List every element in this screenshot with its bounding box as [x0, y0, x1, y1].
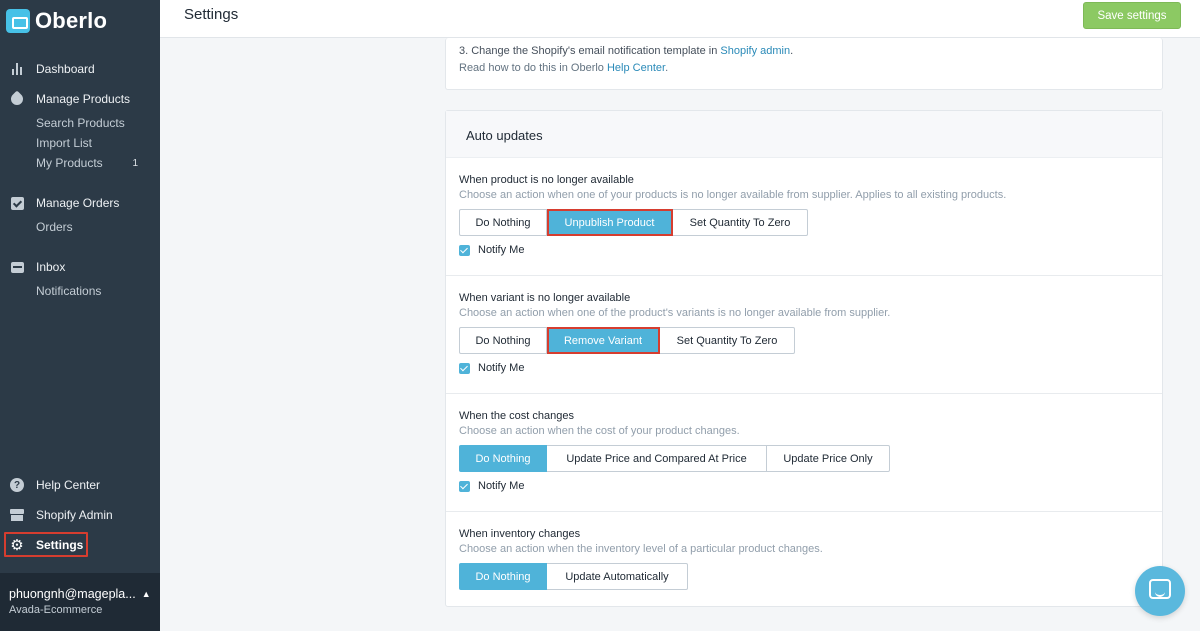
sidebar-item-import-list[interactable]: Import List: [0, 133, 160, 153]
help-icon: ?: [10, 478, 24, 492]
inventory-changes-options: Do Nothing Update Automatically: [459, 563, 1162, 590]
chat-icon: [1149, 579, 1171, 599]
section-inventory-changes: When inventory changes Choose an action …: [446, 528, 1162, 606]
option-update-price-only[interactable]: Update Price Only: [767, 445, 890, 472]
option-do-nothing[interactable]: Do Nothing: [459, 445, 547, 472]
section-title: When the cost changes: [459, 410, 574, 422]
notify-me-row: Notify Me: [459, 244, 1162, 256]
brand-name: Oberlo: [35, 8, 108, 33]
option-do-nothing[interactable]: Do Nothing: [459, 327, 547, 354]
sidebar-subitem-label: Notifications: [36, 284, 102, 298]
sidebar-item-orders[interactable]: Orders: [0, 217, 160, 237]
section-description: Choose an action when the cost of your p…: [459, 425, 740, 437]
notify-me-label: Notify Me: [478, 244, 525, 256]
sidebar-item-label: Dashboard: [36, 62, 95, 76]
section-description: Choose an action when one of your produc…: [459, 189, 1007, 201]
inbox-icon: [10, 260, 24, 274]
top-bar: Settings Save settings: [160, 0, 1200, 38]
sidebar-subitem-label: Orders: [36, 220, 73, 234]
option-update-price-and-compared[interactable]: Update Price and Compared At Price: [547, 445, 767, 472]
bar-chart-icon: [10, 62, 24, 76]
notify-me-row: Notify Me: [459, 480, 1162, 492]
account-switcher[interactable]: phuongnh@magepla... ▲ Avada-Ecommerce: [0, 573, 160, 631]
sidebar-item-manage-orders[interactable]: Manage Orders: [0, 193, 160, 213]
section-product-unavailable: When product is no longer available Choo…: [446, 174, 1162, 276]
sidebar-item-my-products[interactable]: My Products 1: [0, 153, 160, 173]
sidebar-subitem-label: My Products: [36, 156, 103, 170]
sidebar-item-label: Help Center: [36, 478, 101, 492]
shopify-admin-link[interactable]: Shopify admin: [720, 45, 790, 57]
oberlo-logo-icon: [6, 9, 30, 33]
sidebar-subitem-label: Search Products: [36, 116, 125, 130]
my-products-count-badge: 1: [132, 157, 138, 169]
notify-me-checkbox[interactable]: [459, 362, 470, 374]
help-center-link[interactable]: Help Center: [607, 62, 665, 74]
notify-me-label: Notify Me: [478, 362, 525, 374]
sidebar-item-inbox[interactable]: Inbox: [0, 257, 160, 277]
sidebar-item-label: Manage Products: [36, 92, 131, 106]
sidebar-item-dashboard[interactable]: Dashboard: [0, 59, 160, 79]
account-email: phuongnh@magepla...: [9, 587, 136, 601]
email-notification-card: 3. Change the Shopify's email notificati…: [445, 38, 1163, 90]
auto-updates-heading: Auto updates: [446, 111, 1162, 158]
option-do-nothing[interactable]: Do Nothing: [459, 563, 547, 590]
cost-changes-options: Do Nothing Update Price and Compared At …: [459, 445, 1162, 472]
store-icon: [10, 508, 24, 522]
account-store-name: Avada-Ecommerce: [9, 604, 103, 616]
option-set-quantity-to-zero[interactable]: Set Quantity To Zero: [673, 209, 808, 236]
help-end: .: [665, 62, 669, 74]
help-text: Read how to do this in Oberlo: [459, 62, 604, 74]
section-description: Choose an action when one of the product…: [459, 307, 891, 319]
section-title: When inventory changes: [459, 528, 581, 540]
email-step-end: .: [790, 45, 794, 57]
sidebar-item-search-products[interactable]: Search Products: [0, 113, 160, 133]
page-title: Settings: [184, 6, 239, 23]
section-title: When product is no longer available: [459, 174, 634, 186]
email-step-line: 3. Change the Shopify's email notificati…: [459, 43, 1162, 60]
sidebar-item-label: Settings: [36, 538, 84, 552]
option-set-quantity-to-zero[interactable]: Set Quantity To Zero: [660, 327, 795, 354]
sidebar-item-shopify-admin[interactable]: Shopify Admin: [0, 505, 160, 525]
section-variant-unavailable: When variant is no longer available Choo…: [446, 292, 1162, 394]
option-update-automatically[interactable]: Update Automatically: [547, 563, 688, 590]
help-line: Read how to do this in Oberlo Help Cente…: [459, 60, 1162, 77]
sidebar-item-help-center[interactable]: ? Help Center: [0, 475, 160, 495]
product-unavailable-options: Do Nothing Unpublish Product Set Quantit…: [459, 209, 1162, 236]
notify-me-row: Notify Me: [459, 362, 1162, 374]
auto-updates-card: Auto updates When product is no longer a…: [445, 110, 1163, 607]
save-settings-button[interactable]: Save settings: [1083, 2, 1181, 29]
gear-icon: ⚙: [10, 536, 24, 554]
option-do-nothing[interactable]: Do Nothing: [459, 209, 547, 236]
notify-me-checkbox[interactable]: [459, 244, 470, 256]
chat-launcher-button[interactable]: [1135, 566, 1185, 616]
sidebar-item-manage-products[interactable]: Manage Products: [0, 89, 160, 109]
sidebar-subitem-label: Import List: [36, 136, 93, 150]
checkbox-icon: [10, 196, 24, 210]
option-remove-variant[interactable]: Remove Variant: [547, 327, 660, 354]
notify-me-label: Notify Me: [478, 480, 525, 492]
variant-unavailable-options: Do Nothing Remove Variant Set Quantity T…: [459, 327, 1162, 354]
section-description: Choose an action when the inventory leve…: [459, 543, 823, 555]
sidebar-item-label: Manage Orders: [36, 196, 120, 210]
section-title: When variant is no longer available: [459, 292, 631, 304]
tag-icon: [8, 90, 26, 108]
notify-me-checkbox[interactable]: [459, 480, 470, 492]
sidebar-item-label: Shopify Admin: [36, 508, 113, 522]
sidebar-item-settings[interactable]: ⚙ Settings: [0, 535, 160, 555]
sidebar-item-notifications[interactable]: Notifications: [0, 281, 160, 301]
chevron-up-icon: ▲: [141, 589, 151, 599]
section-cost-changes: When the cost changes Choose an action w…: [446, 410, 1162, 512]
email-step-text: 3. Change the Shopify's email notificati…: [459, 45, 718, 57]
oberlo-logo[interactable]: Oberlo: [6, 8, 107, 34]
option-unpublish-product[interactable]: Unpublish Product: [547, 209, 673, 236]
sidebar-item-label: Inbox: [36, 260, 66, 274]
sidebar: Oberlo Dashboard Manage Products Search …: [0, 0, 160, 631]
